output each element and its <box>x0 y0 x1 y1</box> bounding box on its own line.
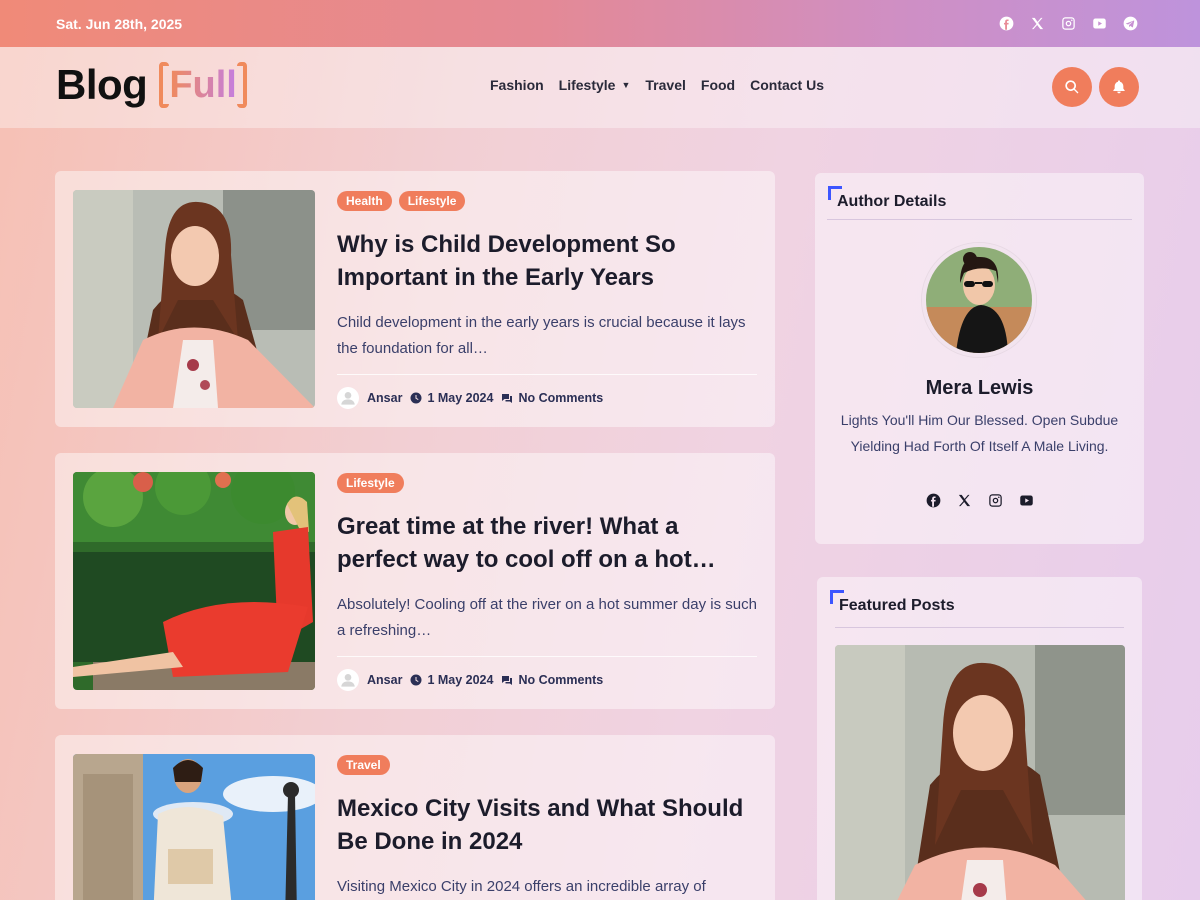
post-thumbnail[interactable] <box>73 190 315 408</box>
post-card: Travel Mexico City Visits and What Shoul… <box>55 735 775 900</box>
author-photo[interactable] <box>922 243 1036 357</box>
youtube-icon[interactable] <box>1092 16 1107 31</box>
youtube-icon[interactable] <box>1019 493 1034 508</box>
current-date: Sat. Jun 28th, 2025 <box>56 15 183 32</box>
featured-post-image[interactable] <box>835 645 1125 900</box>
post-title[interactable]: Mexico City Visits and What Should Be Do… <box>337 792 757 858</box>
tag-badge[interactable]: Lifestyle <box>398 191 466 211</box>
post-meta: Ansar 1 May 2024 No Comments <box>337 387 757 409</box>
divider <box>337 656 757 657</box>
author-bio: Lights You'll Him Our Blessed. Open Subd… <box>840 412 1119 454</box>
user-icon <box>341 674 355 687</box>
tag-badge[interactable]: Lifestyle <box>337 473 404 493</box>
post-excerpt: Child development in the early years is … <box>337 314 746 357</box>
post-author[interactable]: Ansar <box>367 673 402 687</box>
search-button[interactable] <box>1052 67 1092 107</box>
site-logo[interactable]: Blog Full <box>56 61 247 109</box>
post-tags: Health Lifestyle <box>337 191 757 211</box>
widget-title: Featured Posts <box>830 590 955 615</box>
clock-icon <box>410 674 422 686</box>
nav-lifestyle[interactable]: Lifestyle ▼ <box>559 77 631 93</box>
author-avatar[interactable] <box>337 387 359 409</box>
post-comments[interactable]: No Comments <box>518 391 603 405</box>
post-tags: Travel <box>337 755 757 775</box>
author-social-links <box>815 493 1144 508</box>
featured-posts-widget: Featured Posts <box>817 577 1142 900</box>
facebook-icon[interactable] <box>926 493 941 508</box>
comments-icon <box>501 674 513 686</box>
author-details-widget: Author Details Mera Lewis Lights You'll … <box>815 173 1144 544</box>
notification-button[interactable] <box>1099 67 1139 107</box>
telegram-icon[interactable] <box>1123 16 1138 31</box>
instagram-icon[interactable] <box>988 493 1003 508</box>
x-icon[interactable] <box>957 493 972 508</box>
post-date[interactable]: 1 May 2024 <box>427 391 493 405</box>
site-header: Blog Full Fashion Lifestyle ▼ Travel Food… <box>0 47 1200 128</box>
logo-main-text: Blog <box>56 61 148 108</box>
search-icon <box>1065 80 1079 94</box>
post-card: Health Lifestyle Why is Child Developmen… <box>55 171 775 427</box>
nav-travel[interactable]: Travel <box>645 77 685 93</box>
post-excerpt: Visiting Mexico City in 2024 offers an i… <box>337 878 706 895</box>
post-tags: Lifestyle <box>337 473 757 493</box>
top-social-links <box>999 16 1144 31</box>
chevron-down-icon: ▼ <box>621 80 631 90</box>
logo-sub-text: Full <box>169 63 237 106</box>
post-excerpt: Absolutely! Cooling off at the river on … <box>337 596 757 639</box>
post-author[interactable]: Ansar <box>367 391 402 405</box>
divider <box>337 374 757 375</box>
post-title[interactable]: Why is Child Development So Important in… <box>337 228 757 294</box>
user-icon <box>341 392 355 405</box>
post-content: Travel Mexico City Visits and What Shoul… <box>337 755 757 900</box>
logo-bracket-box: Full <box>159 61 247 109</box>
author-name[interactable]: Mera Lewis <box>815 377 1144 400</box>
bell-icon <box>1113 80 1125 94</box>
post-meta: Ansar 1 May 2024 No Comments <box>337 669 757 691</box>
divider <box>835 627 1124 628</box>
author-avatar[interactable] <box>337 669 359 691</box>
main-nav: Fashion Lifestyle ▼ Travel Food Contact U… <box>490 77 824 93</box>
tag-badge[interactable]: Travel <box>337 755 390 775</box>
post-card: Lifestyle Great time at the river! What … <box>55 453 775 709</box>
post-content: Lifestyle Great time at the river! What … <box>337 473 757 691</box>
clock-icon <box>410 392 422 404</box>
post-comments[interactable]: No Comments <box>518 673 603 687</box>
nav-fashion[interactable]: Fashion <box>490 77 544 93</box>
nav-contact-us[interactable]: Contact Us <box>750 77 824 93</box>
post-content: Health Lifestyle Why is Child Developmen… <box>337 191 757 409</box>
widget-title: Author Details <box>828 186 946 211</box>
facebook-icon[interactable] <box>999 16 1014 31</box>
nav-food[interactable]: Food <box>701 77 735 93</box>
post-title[interactable]: Great time at the river! What a perfect … <box>337 510 757 576</box>
instagram-icon[interactable] <box>1061 16 1076 31</box>
post-thumbnail[interactable] <box>73 472 315 690</box>
tag-badge[interactable]: Health <box>337 191 392 211</box>
comments-icon <box>501 392 513 404</box>
x-icon[interactable] <box>1030 16 1045 31</box>
post-date[interactable]: 1 May 2024 <box>427 673 493 687</box>
divider <box>827 219 1132 220</box>
top-bar: Sat. Jun 28th, 2025 <box>0 0 1200 47</box>
post-thumbnail[interactable] <box>73 754 315 900</box>
